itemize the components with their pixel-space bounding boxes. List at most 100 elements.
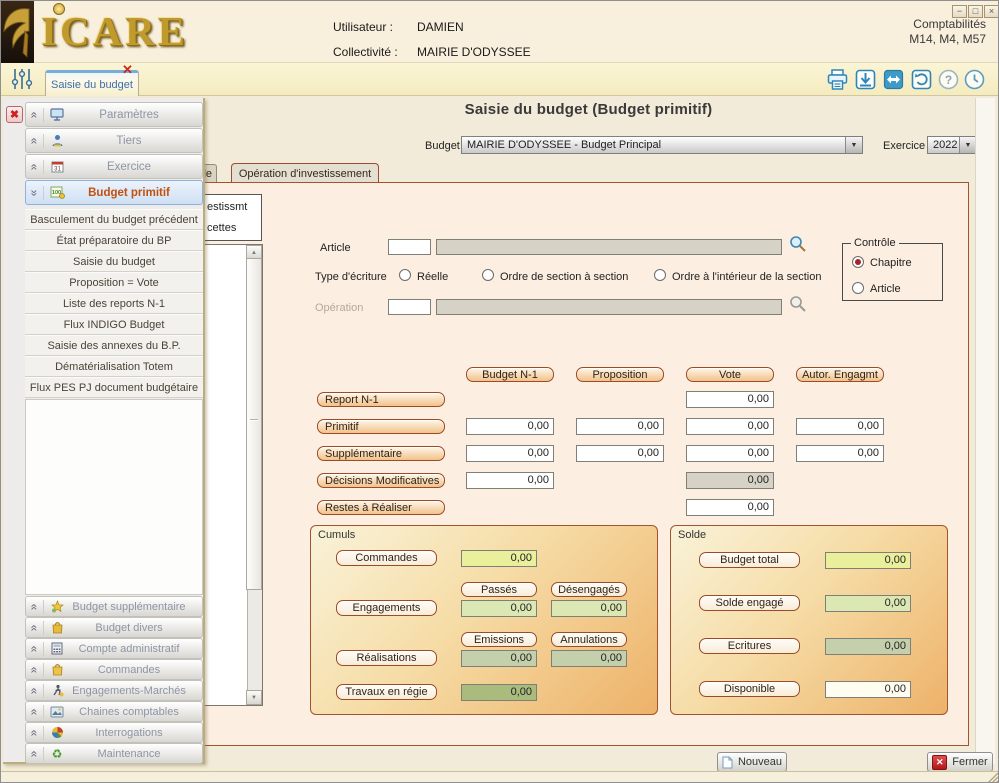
sidebar-item-label: Flux INDIGO Budget [64,319,165,331]
sidebar-section-commandes[interactable]: « Commandes [25,659,203,680]
sidebar-item-etat-preparatoire[interactable]: État préparatoire du BP [25,230,203,251]
collectivity-label: Collectivité : [333,45,398,59]
resize-grip[interactable] [985,770,998,783]
sidebar-section-label: Paramètres [70,109,202,121]
radio-controle-article[interactable] [852,282,864,294]
budget-label: Budget [425,140,460,152]
radio-controle-article-label: Article [870,283,901,295]
sliders-icon[interactable] [9,66,34,91]
cumuls-engagements-desengages: 0,00 [551,600,627,617]
sidebar-item-label: Proposition = Vote [69,277,159,289]
sidebar-item-label: Dématérialisation Totem [55,361,173,373]
sidebar-section-chaines-comptables[interactable]: « Chaines comptables [25,701,203,722]
tab-close-icon[interactable]: ✕ [122,63,133,76]
tab-active-label: Opération d'investissement [239,168,371,180]
field-primitif-autor[interactable]: 0,00 [796,418,884,435]
exercice-select[interactable]: 2022 ▼ [927,136,977,154]
field-primitif-budget-n1[interactable]: 0,00 [466,418,554,435]
minimize-button[interactable]: − [952,5,967,18]
capture-icon[interactable] [909,67,934,92]
sidebar-section-budget-supplementaire[interactable]: « Budget supplémentaire [25,596,203,617]
sidebar-section-label: Maintenance [70,748,202,760]
radio-ordre-section[interactable] [482,269,494,281]
field-restes-vote[interactable]: 0,00 [686,499,774,516]
scrollbar-thumb[interactable] [246,258,262,590]
chevron-up-icon: « [26,621,44,635]
solde-ecritures-value: 0,00 [825,638,911,655]
sidebar-close-icon[interactable]: ✖ [6,106,23,123]
col-header-vote: Vote [686,367,774,382]
fermer-button[interactable]: ✕ Fermer [927,752,993,772]
radio-ordre-interieur[interactable] [654,269,666,281]
sidebar-item-basculement[interactable]: Basculement du budget précédent [25,209,203,230]
article-code-input[interactable] [388,239,431,255]
field-supplementaire-vote[interactable]: 0,00 [686,445,774,462]
sidebar-item-label: Flux PES PJ document budgétaire [30,382,198,394]
sidebar-section-tiers[interactable]: « Tiers [25,128,203,153]
sidebar-section-label: Compte administratif [70,643,202,655]
navigation-sidebar: ✖ « Paramètres « Tiers « 31 Exercice » [3,98,205,764]
sidebar-section-interrogations[interactable]: « Interrogations [25,722,203,743]
export-icon[interactable] [853,67,878,92]
solde-disponible-label: Disponible [699,681,800,697]
field-supplementaire-proposition[interactable]: 0,00 [576,445,664,462]
field-supplementaire-budget-n1[interactable]: 0,00 [466,445,554,462]
sidebar-section-label: Tiers [70,135,202,147]
solde-ecritures-label: Ecritures [699,638,800,654]
scroll-down-icon[interactable]: ▼ [246,690,262,705]
type-ecriture-label: Type d'écriture [315,271,387,283]
radio-controle-chapitre[interactable] [852,256,864,268]
sidebar-section-maintenance[interactable]: « ♻ Maintenance [25,743,203,764]
comptabilites-values: M14, M4, M57 [909,32,986,47]
page-title: Saisie du budget (Budget primitif) [206,101,971,118]
budget-select[interactable]: MAIRIE D'ODYSSEE - Budget Principal ▼ [461,136,863,154]
col-header-proposition: Proposition [576,367,664,382]
sidebar-item-label: État préparatoire du BP [57,235,172,247]
field-primitif-vote[interactable]: 0,00 [686,418,774,435]
printer-icon[interactable] [825,67,850,92]
nouveau-label: Nouveau [738,756,782,768]
article-search-icon[interactable] [788,234,808,259]
sidebar-item-saisie-du-budget[interactable]: Saisie du budget [25,251,203,272]
operation-search-icon[interactable] [788,294,808,319]
field-supplementaire-autor[interactable]: 0,00 [796,445,884,462]
transfer-icon[interactable] [881,67,906,92]
exercice-select-value: 2022 [928,139,957,151]
help-icon[interactable]: ? [936,67,961,92]
close-button[interactable]: × [984,5,999,18]
sidebar-section-budget-divers[interactable]: « Budget divers [25,617,203,638]
sidebar-section-budget-primitif[interactable]: » 100 Budget primitif [25,180,203,205]
solde-engage-value: 0,00 [825,595,911,612]
sidebar-section-exercice[interactable]: « 31 Exercice [25,154,203,179]
comptabilites-title: Comptabilités [909,17,986,32]
sidebar-section-label: Exercice [70,161,202,173]
sidebar-item-dematerialisation[interactable]: Dématérialisation Totem [25,356,203,377]
sidebar-section-label: Commandes [70,664,202,676]
field-decisions-budget-n1[interactable]: 0,00 [466,472,554,489]
nouveau-button[interactable]: Nouveau [717,752,787,772]
cumuls-engagements-label: Engagements [336,600,437,616]
sidebar-item-label: Basculement du budget précédent [30,214,198,226]
sidebar-section-parametres[interactable]: « Paramètres [25,102,203,127]
tab-operation-investissement[interactable]: Opération d'investissement [231,163,379,183]
chevron-down-icon[interactable]: ▼ [845,137,862,153]
sidebar-item-liste-reports[interactable]: Liste des reports N-1 [25,293,203,314]
field-primitif-proposition[interactable]: 0,00 [576,418,664,435]
sidebar-item-flux-pes[interactable]: Flux PES PJ document budgétaire [25,377,203,398]
operation-description-field [436,299,782,315]
sidebar-item-flux-indigo[interactable]: Flux INDIGO Budget [25,314,203,335]
chevron-down-icon[interactable]: ▼ [959,137,976,153]
solde-budget-total-value: 0,00 [825,552,911,569]
radio-reelle[interactable] [399,269,411,281]
maximize-button[interactable]: □ [968,5,983,18]
history-icon[interactable] [962,67,987,92]
sidebar-section-engagements-marches[interactable]: « Engagements-Marchés [25,680,203,701]
field-report-vote[interactable]: 0,00 [686,391,774,408]
sidebar-empty-area [25,399,203,595]
radio-ordre-section-label: Ordre de section à section [500,271,628,283]
cumuls-annulations-label: Annulations [551,632,627,647]
operation-code-input[interactable] [388,299,431,315]
sidebar-item-proposition-vote[interactable]: Proposition = Vote [25,272,203,293]
sidebar-item-saisie-annexes[interactable]: Saisie des annexes du B.P. [25,335,203,356]
sidebar-section-compte-administratif[interactable]: « Compte administratif [25,638,203,659]
